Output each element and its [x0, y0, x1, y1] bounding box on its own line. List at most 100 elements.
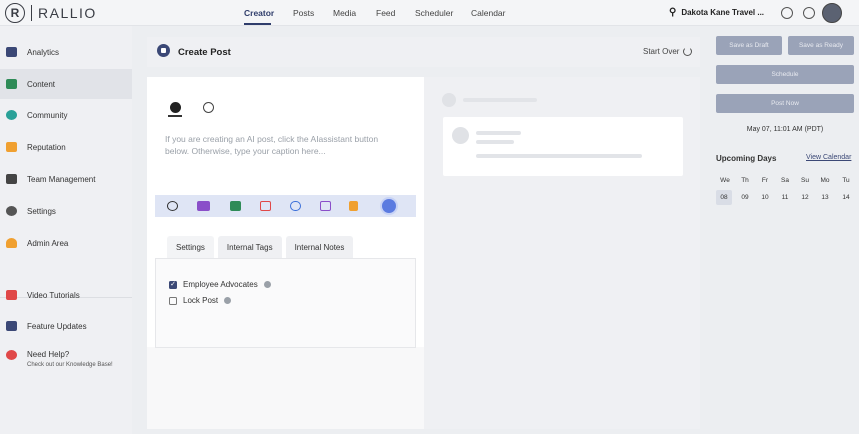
location-pin-icon: ⚲: [669, 7, 677, 18]
sidebar-item-label: Video Tutorials: [27, 290, 80, 300]
post-now-button[interactable]: Post Now: [716, 94, 854, 113]
link-icon[interactable]: [290, 201, 301, 211]
help-subtext[interactable]: Check out our Knowledge Base!: [27, 362, 113, 368]
sidebar-item-need-help[interactable]: Need Help? Check out our Knowledge Base!: [0, 344, 132, 378]
sidebar-item-analytics[interactable]: Analytics: [0, 38, 132, 66]
edit-image-icon[interactable]: [320, 201, 331, 211]
help-text: Need Help? Check out our Knowledge Base!: [27, 350, 113, 368]
day-number[interactable]: 09: [737, 190, 753, 205]
info-icon[interactable]: [224, 297, 232, 304]
account-switcher[interactable]: ⚲ Dakota Kane Travel ...: [669, 7, 764, 18]
option-label: Lock Post: [183, 296, 219, 305]
globe-icon[interactable]: [803, 7, 815, 19]
nav-creator[interactable]: Creator: [244, 8, 274, 18]
sidebar-item-label: Content: [27, 79, 56, 89]
create-post-header: Create Post Start Over: [147, 37, 700, 67]
ai-text-icon[interactable]: [197, 201, 210, 211]
schedule-time[interactable]: May 07, 11:01 AM (PDT): [716, 126, 854, 133]
sidebar: Analytics Content Community Reputation T…: [0, 26, 132, 434]
info-icon[interactable]: [263, 281, 271, 288]
tab-settings[interactable]: Settings: [167, 236, 214, 258]
save-ready-button[interactable]: Save as Ready: [788, 36, 854, 55]
create-post-icon: [157, 44, 170, 57]
video-icon: [6, 290, 17, 300]
sidebar-item-team-management[interactable]: Team Management: [0, 165, 132, 193]
view-calendar-link[interactable]: View Calendar: [806, 154, 851, 161]
day-name: We: [720, 177, 730, 184]
chart-icon: [6, 47, 17, 57]
sidebar-item-content[interactable]: Content: [0, 69, 132, 99]
sidebar-item-label: Settings: [27, 206, 56, 216]
preview-card-avatar-placeholder: [452, 127, 469, 144]
facebook-icon[interactable]: [170, 102, 181, 113]
upcoming-days-title: Upcoming Days: [716, 154, 777, 163]
logo-mark: R: [5, 3, 25, 23]
hashtag-icon[interactable]: [349, 201, 358, 211]
sidebar-item-video-tutorials[interactable]: Video Tutorials: [0, 281, 132, 309]
nav-calendar[interactable]: Calendar: [471, 8, 506, 18]
sidebar-item-admin-area[interactable]: Admin Area: [0, 229, 132, 257]
sidebar-item-label: Analytics: [27, 47, 60, 57]
nav-media[interactable]: Media: [333, 8, 356, 18]
day-number[interactable]: 12: [797, 190, 813, 205]
sidebar-item-label: Team Management: [27, 174, 96, 184]
image-icon[interactable]: [230, 201, 241, 211]
preview-line-placeholder: [476, 154, 642, 158]
settings-tabs: Settings Internal Tags Internal Notes: [167, 236, 357, 258]
refresh-icon[interactable]: [683, 47, 692, 56]
page-title: Create Post: [178, 47, 231, 58]
composer-toolbar: [155, 195, 416, 217]
tab-internal-notes[interactable]: Internal Notes: [285, 236, 354, 258]
bell-icon[interactable]: [781, 7, 793, 19]
account-name: Dakota Kane Travel ...: [681, 8, 765, 17]
gear-icon: [6, 206, 17, 216]
instagram-icon[interactable]: [203, 102, 214, 113]
employee-advocates-checkbox[interactable]: ✓: [169, 280, 177, 289]
chat-icon: [6, 110, 17, 120]
tab-internal-tags[interactable]: Internal Tags: [217, 236, 282, 258]
save-draft-button[interactable]: Save as Draft: [716, 36, 782, 55]
avatar[interactable]: [822, 3, 842, 23]
day-number[interactable]: 10: [757, 190, 773, 205]
preview-line-placeholder: [476, 131, 521, 135]
sidebar-item-community[interactable]: Community: [0, 101, 132, 129]
settings-panel: ✓ Employee Advocates Lock Post: [155, 258, 416, 348]
sidebar-item-settings[interactable]: Settings: [0, 197, 132, 225]
person-icon: [6, 238, 17, 248]
content-icon: [6, 79, 17, 89]
post-preview: [424, 77, 700, 429]
schedule-button[interactable]: Schedule: [716, 65, 854, 84]
list-icon: [6, 174, 17, 184]
emoji-icon[interactable]: [167, 201, 178, 211]
nav-feed[interactable]: Feed: [376, 8, 395, 18]
preview-line-placeholder: [476, 140, 514, 144]
lock-post-checkbox[interactable]: [169, 296, 177, 305]
video-icon[interactable]: [260, 201, 271, 211]
sidebar-item-feature-updates[interactable]: Feature Updates: [0, 312, 132, 340]
preview-avatar-placeholder: [442, 93, 456, 107]
start-over-button[interactable]: Start Over: [643, 47, 679, 56]
day-name: Su: [801, 177, 809, 184]
nav-scheduler[interactable]: Scheduler: [415, 8, 453, 18]
nav-active-indicator: [244, 23, 271, 25]
day-name: Tu: [842, 177, 850, 184]
option-employee-advocates[interactable]: ✓ Employee Advocates: [169, 280, 271, 289]
day-number-today[interactable]: 08: [716, 190, 732, 205]
nav-posts[interactable]: Posts: [293, 8, 314, 18]
lifebuoy-icon: [6, 350, 17, 360]
ai-assistant-icon[interactable]: [382, 199, 396, 213]
composer-panel: If you are creating an AI post, click th…: [147, 77, 424, 429]
logo[interactable]: R RALLIO: [5, 3, 97, 23]
sidebar-item-label: Feature Updates: [27, 321, 87, 331]
preview-card: [443, 117, 683, 176]
option-lock-post[interactable]: Lock Post: [169, 296, 232, 305]
day-name: Sa: [781, 177, 789, 184]
sidebar-item-label: Reputation: [27, 142, 66, 152]
day-name: Mo: [820, 177, 830, 184]
caption-input[interactable]: If you are creating an AI post, click th…: [165, 133, 401, 157]
sidebar-item-label: Need Help?: [27, 350, 70, 359]
day-number[interactable]: 11: [777, 190, 793, 205]
day-number[interactable]: 14: [838, 190, 854, 205]
sidebar-item-reputation[interactable]: Reputation: [0, 133, 132, 161]
day-number[interactable]: 13: [817, 190, 833, 205]
